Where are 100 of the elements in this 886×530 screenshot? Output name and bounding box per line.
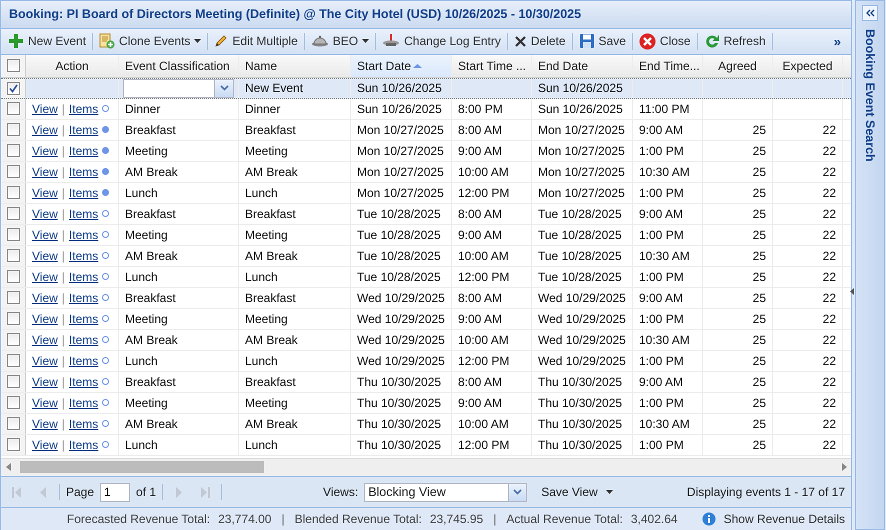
items-link[interactable]: Items — [68, 186, 98, 200]
view-link[interactable]: View — [32, 164, 58, 179]
checkbox[interactable] — [6, 417, 20, 430]
table-cell: 9:00 AM — [633, 120, 703, 140]
items-link[interactable]: Items — [68, 248, 98, 263]
toolbar-button[interactable]: Edit Multiple — [209, 30, 303, 52]
separator: | — [62, 122, 65, 137]
view-link[interactable]: View — [32, 374, 58, 389]
toolbar-button[interactable]: Refresh — [698, 30, 771, 52]
view-link[interactable]: View — [32, 144, 58, 158]
view-link[interactable]: View — [32, 228, 58, 242]
save-view-button[interactable]: Save View — [537, 485, 617, 500]
save-icon — [578, 33, 595, 50]
items-link[interactable]: Items — [68, 332, 98, 347]
column-header[interactable]: Start Time ... — [452, 54, 532, 77]
view-link[interactable]: View — [32, 396, 58, 410]
items-link[interactable]: Items — [68, 122, 98, 137]
checkbox[interactable] — [6, 438, 20, 452]
separator: | — [62, 290, 65, 305]
toolbar-button[interactable]: Change Log Entry — [377, 30, 506, 52]
checkbox[interactable] — [6, 144, 20, 158]
checkbox[interactable] — [6, 270, 20, 284]
paging-status: Displaying events 1 - 17 of 17 — [686, 485, 845, 500]
table-cell: 25 — [703, 246, 773, 266]
toolbar-button[interactable]: Close — [634, 30, 696, 52]
revenue-details-link[interactable]: Show Revenue Details — [702, 512, 845, 526]
revenue-value: 23,745.95 — [430, 512, 484, 526]
column-header[interactable]: End Date — [532, 54, 633, 77]
table-cell: Lunch — [119, 434, 239, 455]
table-cell: 25 — [703, 204, 773, 224]
view-link[interactable]: View — [32, 312, 58, 326]
view-link[interactable]: View — [32, 248, 58, 263]
toolbar-button[interactable]: Clone Events — [94, 30, 206, 52]
column-header[interactable]: Expected — [773, 54, 843, 77]
items-link[interactable]: Items — [68, 228, 98, 242]
column-header[interactable]: End Time... — [633, 54, 703, 77]
toolbar-button[interactable]: Delete — [508, 30, 571, 52]
items-link[interactable]: Items — [68, 270, 98, 284]
checkbox[interactable] — [6, 312, 20, 326]
toolbar-button[interactable]: New Event — [3, 30, 92, 52]
column-header[interactable]: Start Date — [351, 54, 452, 77]
checkbox[interactable] — [6, 207, 20, 220]
checkbox[interactable] — [6, 123, 20, 136]
items-link[interactable]: Items — [68, 396, 98, 410]
items-link[interactable]: Items — [68, 354, 98, 368]
view-link[interactable]: View — [32, 438, 58, 452]
checkbox[interactable] — [6, 333, 20, 346]
toolbar-button[interactable]: BEO — [306, 30, 374, 52]
view-link[interactable]: View — [32, 122, 58, 137]
table-cell: 10:00 AM — [452, 246, 532, 266]
column-header[interactable]: Event Classification — [119, 54, 239, 77]
table-cell: Mon 10/27/2025 — [351, 182, 452, 203]
table-cell: 22 — [773, 266, 843, 287]
checkbox[interactable] — [6, 291, 20, 304]
view-link[interactable]: View — [32, 186, 58, 200]
items-link[interactable]: Items — [68, 290, 98, 305]
view-link[interactable]: View — [32, 416, 58, 431]
items-link[interactable]: Items — [68, 438, 98, 452]
checkbox[interactable] — [6, 82, 20, 95]
table-cell: Tue 10/28/2025 — [532, 204, 633, 224]
expand-button[interactable] — [862, 5, 878, 21]
classification-combo[interactable] — [123, 78, 234, 98]
column-header[interactable]: Action — [26, 54, 119, 77]
checkbox[interactable] — [6, 165, 20, 178]
items-link[interactable]: Items — [68, 164, 98, 179]
table-cell: Lunch — [119, 350, 239, 371]
view-link[interactable]: View — [32, 354, 58, 368]
items-link[interactable]: Items — [68, 374, 98, 389]
separator: | — [62, 248, 65, 263]
checkbox[interactable] — [6, 228, 20, 242]
table-cell: Dinner — [239, 98, 351, 119]
overflow-button[interactable]: » — [826, 30, 849, 52]
checkbox[interactable] — [6, 249, 20, 262]
toolbar-button[interactable]: Save — [574, 30, 631, 52]
checkbox[interactable] — [6, 375, 20, 388]
horizontal-scrollbar[interactable] — [1, 458, 851, 476]
items-link[interactable]: Items — [68, 416, 98, 431]
items-link[interactable]: Items — [68, 206, 98, 221]
checkbox[interactable] — [6, 59, 20, 72]
column-header[interactable]: Agreed — [703, 54, 773, 77]
table-cell: 25 — [703, 434, 773, 455]
table-cell: Meeting — [119, 224, 239, 245]
checkbox[interactable] — [6, 186, 20, 200]
view-link[interactable]: View — [32, 290, 58, 305]
table-cell: 25 — [703, 120, 773, 140]
checkbox[interactable] — [6, 354, 20, 368]
table-cell: 22 — [773, 372, 843, 392]
items-link[interactable]: Items — [68, 102, 98, 116]
checkbox[interactable] — [6, 102, 20, 116]
items-link[interactable]: Items — [68, 144, 98, 158]
checkbox[interactable] — [6, 396, 20, 410]
items-link[interactable]: Items — [68, 312, 98, 326]
view-link[interactable]: View — [32, 270, 58, 284]
table-cell: 1:00 PM — [633, 434, 703, 455]
views-dropdown[interactable]: Blocking View — [364, 482, 528, 502]
view-link[interactable]: View — [32, 102, 58, 116]
page-field[interactable]: 1 — [100, 482, 130, 502]
view-link[interactable]: View — [32, 332, 58, 347]
pencil-icon — [214, 34, 228, 48]
view-link[interactable]: View — [32, 206, 58, 221]
